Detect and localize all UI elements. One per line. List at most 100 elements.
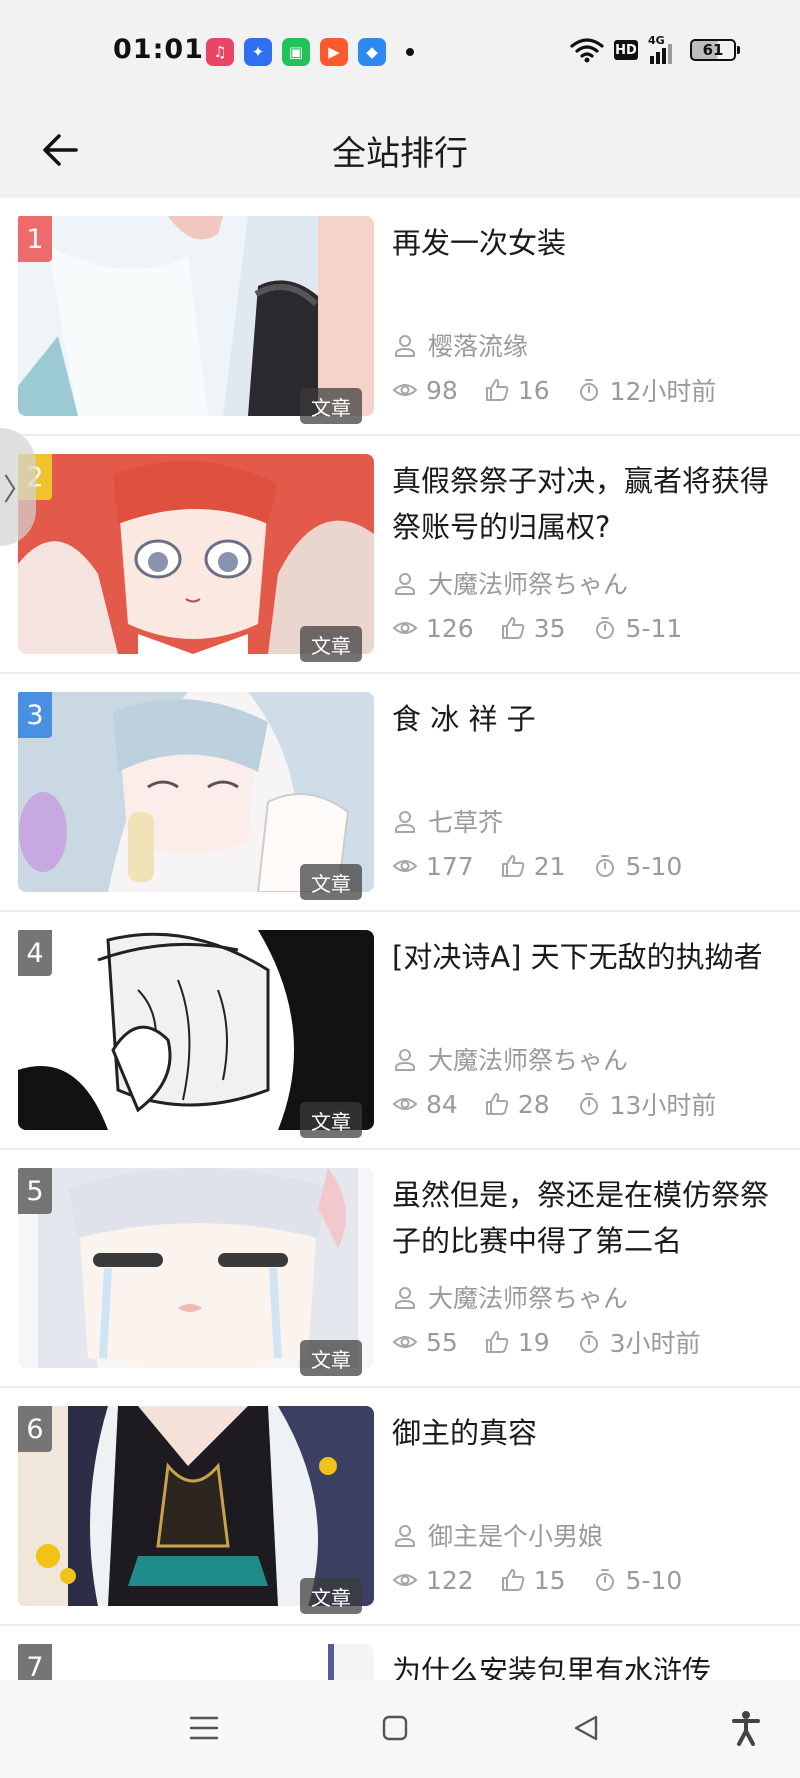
like-count-value: 15 — [533, 1565, 566, 1595]
item-title[interactable]: 再发一次女装 — [392, 220, 784, 266]
post-time: 13小时前 — [576, 1086, 717, 1122]
video-app-icon: ▶ — [320, 38, 348, 66]
home-button[interactable] — [371, 1704, 419, 1752]
stats-row: 177 21 5-10 — [392, 847, 708, 885]
accessibility-button[interactable] — [722, 1704, 770, 1752]
eye-icon — [392, 1574, 418, 1586]
post-time-value: 13小时前 — [609, 1091, 717, 1120]
stats-row: 126 35 5-11 — [392, 609, 708, 647]
stats-row: 98 16 12小时前 — [392, 371, 742, 409]
battery-indicator: 61 — [690, 39, 740, 61]
post-time: 5-10 — [592, 1565, 683, 1595]
list-item[interactable]: 2 文章 真假祭祭子对决，赢者将获得祭账号的归属权? 大魔法师祭ちゃん 126 … — [0, 436, 800, 674]
store-app-icon: ▣ — [282, 38, 310, 66]
like-count: 16 — [484, 376, 550, 405]
notification-dot-icon — [406, 48, 414, 56]
like-count-value: 21 — [533, 851, 566, 881]
signal-strength-icon: 4G — [648, 34, 680, 64]
thumbnail-image[interactable] — [18, 216, 374, 416]
rank-badge: 1 — [18, 216, 52, 262]
timer-icon — [579, 1093, 598, 1115]
post-time: 5-10 — [592, 851, 683, 881]
thumbnail-image[interactable] — [18, 1168, 374, 1368]
rank-badge: 3 — [18, 692, 52, 738]
thumbs-up-icon — [485, 1331, 509, 1353]
system-nav-bar — [0, 1680, 800, 1778]
stats-row: 84 28 13小时前 — [392, 1085, 742, 1123]
home-square-icon — [382, 1715, 408, 1741]
like-count-value: 16 — [517, 375, 550, 405]
post-time-value: 12小时前 — [609, 377, 717, 406]
like-count: 35 — [500, 614, 566, 643]
thumbnail-image[interactable] — [18, 1644, 374, 1680]
post-time: 5-11 — [592, 613, 683, 643]
thumbnail-image[interactable] — [18, 930, 374, 1130]
list-item[interactable]: 1 文章 再发一次女装 樱落流缘 98 16 12小时前 — [0, 198, 800, 436]
author-row[interactable]: 御主是个小男娘 — [392, 1516, 603, 1554]
rank-badge: 7 — [18, 1644, 52, 1680]
rank-badge: 6 — [18, 1406, 52, 1452]
status-bar: 01:01 ♫ ✦ ▣ ▶ ◆ HD 4G 61 — [0, 0, 800, 104]
side-panel-handle[interactable]: 〉 — [0, 428, 36, 546]
like-count-value: 28 — [517, 1089, 550, 1119]
content-type-badge: 文章 — [300, 1578, 362, 1614]
menu-icon — [189, 1716, 219, 1740]
thumbnail-image[interactable] — [18, 692, 374, 892]
timer-icon — [579, 1331, 598, 1353]
view-count: 177 — [392, 852, 474, 881]
item-title[interactable]: 虽然但是，祭还是在模仿祭祭子的比赛中得了第二名 — [392, 1172, 784, 1264]
content-type-badge: 文章 — [300, 1340, 362, 1376]
timer-icon — [595, 855, 614, 877]
list-item[interactable]: 7 为什么安装包里有水浒传 — [0, 1626, 800, 1680]
author-row[interactable]: 七草芥 — [392, 802, 503, 840]
author-name: 七草芥 — [428, 808, 504, 837]
thumbs-up-icon — [501, 617, 524, 639]
user-icon — [395, 1287, 415, 1309]
content-type-badge: 文章 — [300, 864, 362, 900]
item-title[interactable]: [对决诗A] 天下无敌的执拗者 — [392, 934, 784, 980]
view-count-value: 84 — [426, 1089, 458, 1119]
eye-icon — [392, 860, 418, 872]
item-title[interactable]: 御主的真容 — [392, 1410, 784, 1456]
list-item[interactable]: 4 文章 [对决诗A] 天下无敌的执拗者 大魔法师祭ちゃん 84 28 13小时… — [0, 912, 800, 1150]
item-title[interactable]: 真假祭祭子对决，赢者将获得祭账号的归属权? — [392, 458, 784, 550]
timer-icon — [595, 617, 614, 639]
eye-icon — [392, 1336, 418, 1348]
content-type-badge: 文章 — [300, 388, 362, 424]
status-time: 01:01 — [113, 34, 204, 65]
stats-row: 55 19 3小时前 — [392, 1323, 727, 1361]
like-count-value: 19 — [517, 1327, 550, 1357]
accessibility-icon — [732, 1711, 760, 1746]
rank-badge: 4 — [18, 930, 52, 976]
list-item[interactable]: 5 文章 虽然但是，祭还是在模仿祭祭子的比赛中得了第二名 大魔法师祭ちゃん 55… — [0, 1150, 800, 1388]
back-nav-button[interactable] — [562, 1704, 610, 1752]
thumbs-up-icon — [501, 855, 524, 877]
thumbnail-image[interactable] — [18, 454, 374, 654]
item-title[interactable]: 食 冰 祥 子 — [392, 696, 784, 742]
author-name: 御主是个小男娘 — [428, 1522, 604, 1551]
like-count: 15 — [500, 1566, 566, 1595]
menu-button[interactable] — [180, 1704, 228, 1752]
like-count-value: 35 — [533, 613, 566, 643]
page-title: 全站排行 — [332, 134, 468, 174]
view-count: 84 — [392, 1090, 458, 1119]
author-row[interactable]: 大魔法师祭ちゃん — [392, 1278, 628, 1316]
author-row[interactable]: 樱落流缘 — [392, 326, 528, 364]
view-count: 55 — [392, 1328, 458, 1357]
list-item[interactable]: 3 文章 食 冰 祥 子 七草芥 177 21 5-10 — [0, 674, 800, 912]
post-time: 3小时前 — [576, 1324, 701, 1360]
author-row[interactable]: 大魔法师祭ちゃん — [392, 564, 628, 602]
post-time-value: 5-10 — [625, 1565, 683, 1595]
thumbnail-image[interactable] — [18, 1406, 374, 1606]
app-header: 全站排行 — [0, 104, 800, 198]
post-time-value: 5-11 — [625, 613, 683, 643]
author-name: 樱落流缘 — [428, 332, 529, 361]
view-count-value: 177 — [426, 851, 474, 881]
item-title[interactable]: 为什么安装包里有水浒传 — [392, 1648, 784, 1680]
timer-icon — [579, 379, 598, 401]
author-row[interactable]: 大魔法师祭ちゃん — [392, 1040, 628, 1078]
list-item[interactable]: 6 文章 御主的真容 御主是个小男娘 122 15 5-10 — [0, 1388, 800, 1626]
view-count-value: 98 — [426, 375, 458, 405]
view-count: 126 — [392, 614, 474, 643]
post-time-value: 5-10 — [625, 851, 683, 881]
